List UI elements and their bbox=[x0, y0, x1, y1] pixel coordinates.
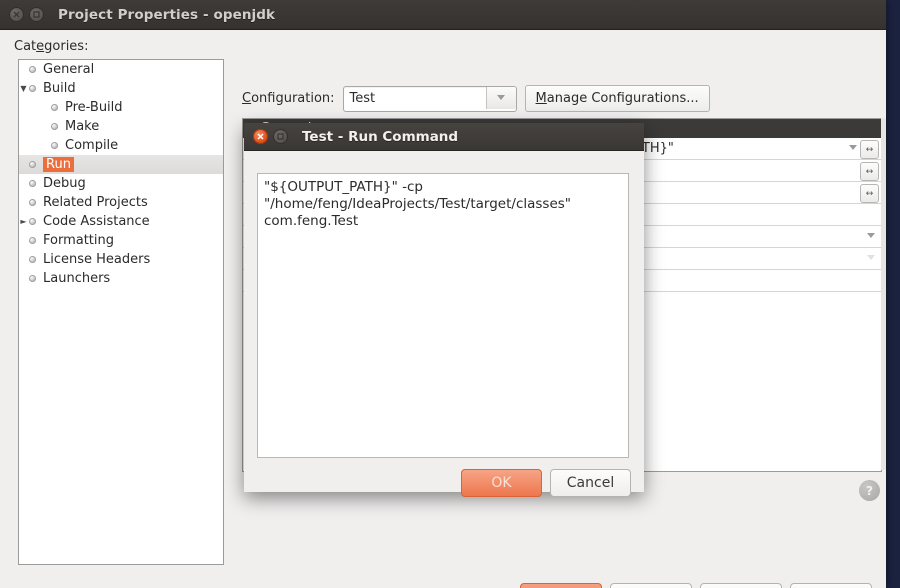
sidebar-item-label: License Headers bbox=[43, 252, 151, 267]
sidebar-item-label: Code Assistance bbox=[43, 214, 150, 229]
sidebar-item-run[interactable]: Run bbox=[19, 155, 223, 174]
sidebar-item-compile[interactable]: Compile bbox=[19, 136, 223, 155]
sidebar-item-launchers[interactable]: Launchers bbox=[19, 269, 223, 288]
categories-label: Categories: bbox=[14, 39, 89, 54]
chevron-down-icon[interactable] bbox=[867, 255, 875, 260]
sidebar-item-label: Pre-Build bbox=[65, 100, 123, 115]
dialog-buttons: OK Cancel bbox=[461, 469, 631, 497]
sidebar-item-license-headers[interactable]: License Headers bbox=[19, 250, 223, 269]
node-bullet-icon bbox=[29, 275, 36, 282]
configuration-label: Configuration: bbox=[242, 91, 335, 106]
node-bullet-icon bbox=[29, 66, 36, 73]
configuration-value: Test bbox=[349, 91, 376, 106]
help-icon[interactable]: ? bbox=[859, 480, 880, 501]
dialog-ok-button[interactable]: OK bbox=[461, 469, 542, 497]
cancel-button[interactable]: Cancel bbox=[610, 583, 692, 588]
chevron-down-icon[interactable] bbox=[867, 233, 875, 238]
window-title: Project Properties - openjdk bbox=[58, 6, 276, 23]
node-bullet-icon bbox=[29, 256, 36, 263]
sidebar-item-code-assistance[interactable]: ► Code Assistance bbox=[19, 212, 223, 231]
maximize-icon[interactable] bbox=[29, 7, 44, 22]
ok-button[interactable]: OK bbox=[520, 583, 602, 588]
apply-button[interactable]: Apply bbox=[700, 583, 782, 588]
sidebar-item-label: Build bbox=[43, 81, 76, 96]
sidebar-item-general[interactable]: General bbox=[19, 60, 223, 79]
node-bullet-icon bbox=[51, 142, 58, 149]
footer-buttons: OK Cancel Apply Help bbox=[520, 583, 872, 588]
maximize-icon[interactable] bbox=[273, 129, 288, 144]
manage-configurations-button[interactable]: Manage Configurations... bbox=[524, 85, 710, 112]
sidebar-item-related-projects[interactable]: Related Projects bbox=[19, 193, 223, 212]
node-bullet-icon bbox=[29, 85, 36, 92]
chevron-down-icon[interactable] bbox=[485, 86, 516, 109]
ellipsis-button[interactable]: ↔ bbox=[860, 162, 879, 181]
sidebar-item-label: General bbox=[43, 62, 95, 77]
sidebar-item-label: Make bbox=[65, 119, 100, 134]
close-icon[interactable] bbox=[9, 7, 24, 22]
configuration-select[interactable]: Test bbox=[342, 85, 517, 112]
categories-tree[interactable]: General ▼ Build Pre-Build Make Compile Run Debu… bbox=[18, 59, 224, 565]
sidebar-item-label: Debug bbox=[43, 176, 86, 191]
node-bullet-icon bbox=[29, 237, 36, 244]
chevron-right-icon[interactable]: ► bbox=[19, 212, 30, 231]
dialog-title: Test - Run Command bbox=[302, 128, 459, 145]
node-bullet-icon bbox=[29, 161, 36, 168]
window-controls bbox=[9, 7, 44, 22]
screen: Project Properties - openjdk Categories:… bbox=[0, 0, 900, 588]
ellipsis-button[interactable]: ↔ bbox=[860, 184, 879, 203]
node-bullet-icon bbox=[51, 123, 58, 130]
properties-scrollbar[interactable] bbox=[881, 118, 886, 470]
dialog-body: "${OUTPUT_PATH}" -cp "/home/feng/IdeaPro… bbox=[244, 151, 644, 497]
sidebar-item-formatting[interactable]: Formatting bbox=[19, 231, 223, 250]
close-icon[interactable] bbox=[253, 129, 268, 144]
node-bullet-icon bbox=[51, 104, 58, 111]
sidebar-item-label: Run bbox=[43, 157, 74, 172]
sidebar-item-pre-build[interactable]: Pre-Build bbox=[19, 98, 223, 117]
dialog-titlebar: Test - Run Command bbox=[244, 123, 644, 151]
sidebar-item-label: Launchers bbox=[43, 271, 111, 286]
sidebar-item-build[interactable]: ▼ Build bbox=[19, 79, 223, 98]
node-bullet-icon bbox=[29, 199, 36, 206]
window-titlebar: Project Properties - openjdk bbox=[0, 0, 886, 30]
help-button[interactable]: Help bbox=[790, 583, 872, 588]
ellipsis-button[interactable]: ↔ bbox=[860, 140, 879, 159]
chevron-down-icon[interactable]: ▼ bbox=[19, 79, 30, 98]
configuration-row: Configuration: Test Manage Configuration… bbox=[242, 85, 710, 112]
sidebar-item-make[interactable]: Make bbox=[19, 117, 223, 136]
sidebar-item-label: Formatting bbox=[43, 233, 115, 248]
sidebar-item-label: Compile bbox=[65, 138, 119, 153]
node-bullet-icon bbox=[29, 180, 36, 187]
sidebar-item-label: Related Projects bbox=[43, 195, 148, 210]
node-bullet-icon bbox=[29, 218, 36, 225]
command-textarea[interactable]: "${OUTPUT_PATH}" -cp "/home/feng/IdeaPro… bbox=[257, 173, 629, 458]
run-command-dialog: Test - Run Command "${OUTPUT_PATH}" -cp … bbox=[244, 123, 644, 497]
dialog-window-controls bbox=[253, 129, 288, 144]
chevron-down-icon[interactable] bbox=[849, 145, 857, 150]
sidebar-item-debug[interactable]: Debug bbox=[19, 174, 223, 193]
dialog-cancel-button[interactable]: Cancel bbox=[550, 469, 631, 497]
